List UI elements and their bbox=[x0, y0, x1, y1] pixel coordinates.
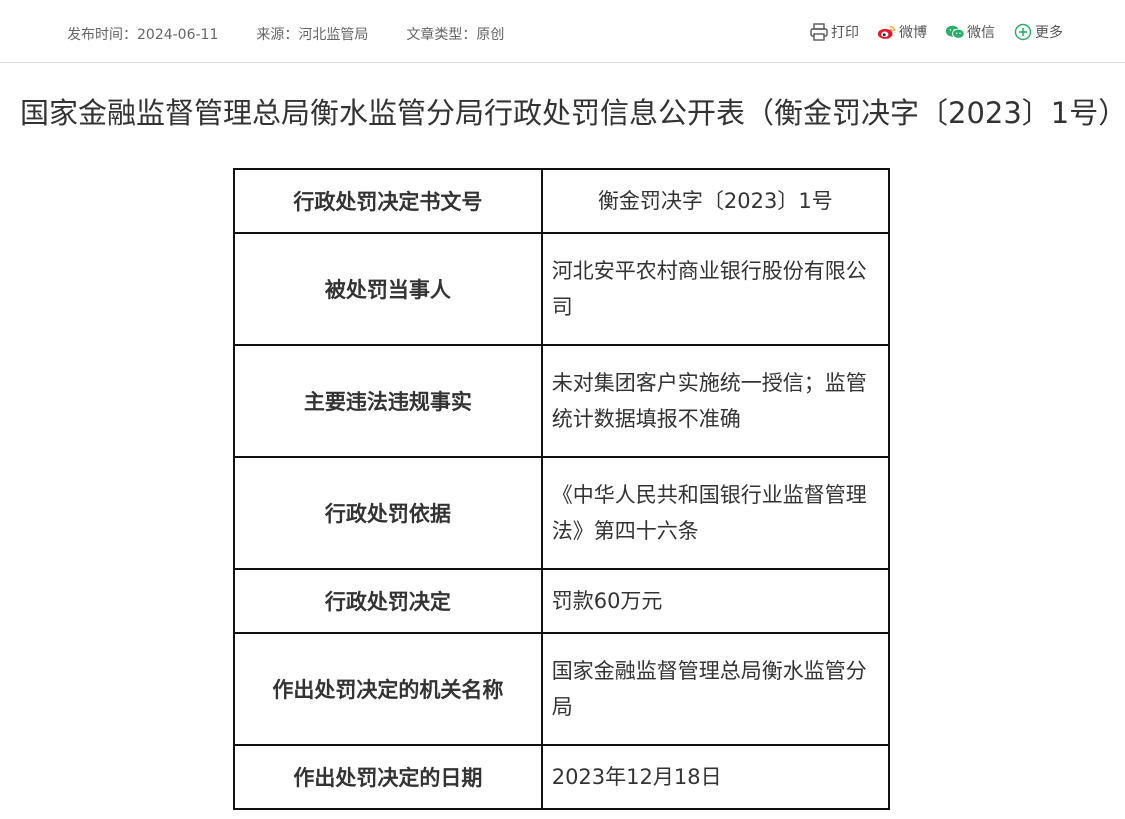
more-share-button[interactable]: 更多 bbox=[1013, 22, 1063, 42]
wechat-label: 微信 bbox=[967, 25, 995, 41]
table-row: 作出处罚决定的机关名称 国家金融监督管理总局衡水监管分局 bbox=[233, 632, 891, 746]
table-row: 行政处罚决定 罚款60万元 bbox=[233, 568, 891, 634]
share-toolbar: 打印 微博 微信 更多 bbox=[809, 22, 1063, 42]
row-value: 罚款60万元 bbox=[540, 568, 891, 634]
row-label: 行政处罚决定书文号 bbox=[233, 168, 543, 234]
print-label: 打印 bbox=[831, 25, 859, 41]
more-label: 更多 bbox=[1035, 25, 1063, 41]
row-label: 行政处罚依据 bbox=[233, 456, 543, 570]
row-value: 未对集团客户实施统一授信；监管统计数据填报不准确 bbox=[540, 344, 891, 458]
weibo-share-button[interactable]: 微博 bbox=[877, 22, 927, 42]
page-title: 国家金融监督管理总局衡水监管分局行政处罚信息公开表（衡金罚决字〔2023〕1号） bbox=[20, 96, 1125, 130]
weibo-label: 微博 bbox=[899, 25, 927, 41]
row-value: 2023年12月18日 bbox=[540, 744, 891, 810]
article-meta: 发布时间：2024-06-11 来源：河北监管局 文章类型：原创 bbox=[67, 24, 542, 44]
source: 来源：河北监管局 bbox=[256, 27, 369, 43]
row-label: 作出处罚决定的日期 bbox=[233, 744, 543, 810]
table-row: 被处罚当事人 河北安平农村商业银行股份有限公司 bbox=[233, 232, 891, 346]
table-row: 行政处罚决定书文号 衡金罚决字〔2023〕1号 bbox=[233, 168, 891, 234]
row-label: 行政处罚决定 bbox=[233, 568, 543, 634]
table-row: 作出处罚决定的日期 2023年12月18日 bbox=[233, 744, 891, 810]
wechat-share-button[interactable]: 微信 bbox=[945, 22, 995, 42]
row-label: 作出处罚决定的机关名称 bbox=[233, 632, 543, 746]
print-button[interactable]: 打印 bbox=[809, 22, 859, 42]
plus-circle-icon bbox=[1014, 23, 1032, 41]
table-row: 主要违法违规事实 未对集团客户实施统一授信；监管统计数据填报不准确 bbox=[233, 344, 891, 458]
row-label: 被处罚当事人 bbox=[233, 232, 543, 346]
weibo-icon bbox=[877, 25, 895, 39]
article-type: 文章类型：原创 bbox=[406, 27, 505, 43]
article-meta-bar: 发布时间：2024-06-11 来源：河北监管局 文章类型：原创 打印 微博 微… bbox=[0, 0, 1125, 63]
row-value: 《中华人民共和国银行业监督管理法》第四十六条 bbox=[540, 456, 891, 570]
table-row: 行政处罚依据 《中华人民共和国银行业监督管理法》第四十六条 bbox=[233, 456, 891, 570]
page: 发布时间：2024-06-11 来源：河北监管局 文章类型：原创 打印 微博 微… bbox=[0, 0, 1125, 819]
printer-icon bbox=[810, 23, 828, 41]
row-value: 国家金融监督管理总局衡水监管分局 bbox=[540, 632, 891, 746]
row-label: 主要违法违规事实 bbox=[233, 344, 543, 458]
row-value: 河北安平农村商业银行股份有限公司 bbox=[540, 232, 891, 346]
penalty-info-table: 行政处罚决定书文号 衡金罚决字〔2023〕1号 被处罚当事人 河北安平农村商业银… bbox=[233, 168, 891, 810]
publish-time: 发布时间：2024-06-11 bbox=[67, 27, 219, 43]
row-value: 衡金罚决字〔2023〕1号 bbox=[540, 168, 891, 234]
wechat-icon bbox=[945, 25, 965, 39]
